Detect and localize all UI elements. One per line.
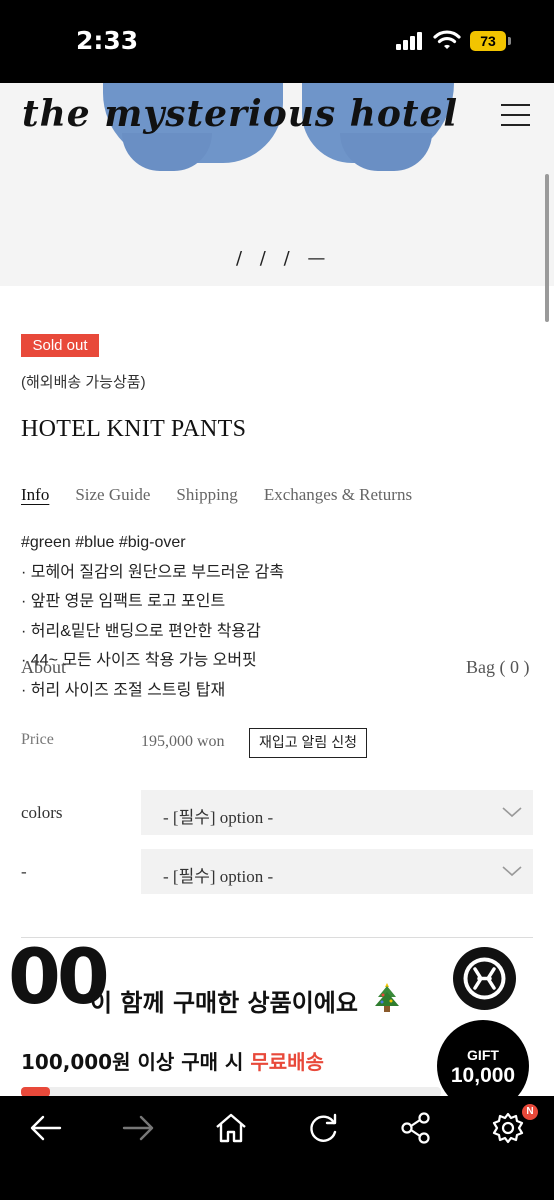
menu-icon[interactable] xyxy=(501,104,530,126)
refresh-icon[interactable] xyxy=(303,1108,343,1148)
description-line: #green #blue #big-over xyxy=(21,534,186,551)
option-label-colors: colors xyxy=(21,803,63,822)
description-line: · 허리 사이즈 조절 스트링 탑재 xyxy=(21,681,226,699)
cell-signal-icon xyxy=(396,32,426,50)
chevron-down-icon xyxy=(502,807,522,818)
slide-indicator[interactable]: / / / — xyxy=(236,248,331,269)
select-value: - [필수] option - xyxy=(163,867,274,886)
share-icon[interactable] xyxy=(396,1108,436,1148)
clock: 2:33 xyxy=(76,26,139,55)
price-label: Price xyxy=(21,731,54,748)
tab-size-guide[interactable]: Size Guide xyxy=(75,485,150,504)
second-option-select[interactable]: - [필수] option - xyxy=(141,849,533,894)
overseas-shipping-note: (해외배송 가능상품) xyxy=(21,374,146,391)
sold-out-badge: Sold out xyxy=(21,334,99,357)
tab-info[interactable]: Info xyxy=(21,485,49,504)
product-tabs: Info Size Guide Shipping Exchanges & Return… xyxy=(21,485,438,505)
gift-amount: 10,000 xyxy=(450,1064,516,1087)
chevron-down-icon xyxy=(502,866,522,877)
restock-alert-button[interactable]: 재입고 알림 신청 xyxy=(249,728,367,758)
battery-tip xyxy=(508,37,511,45)
brand-logo[interactable]: the mysterious hotel xyxy=(22,93,458,135)
product-image-left-cuff xyxy=(122,133,212,171)
about-link[interactable]: About xyxy=(21,657,66,678)
gift-label: GIFT xyxy=(467,1047,499,1063)
recommend-title: 이 함께 구매한 상품이에요 xyxy=(90,989,358,1017)
home-icon[interactable] xyxy=(211,1108,251,1148)
select-value: - [필수] option - xyxy=(163,808,274,827)
product-title: HOTEL KNIT PANTS xyxy=(21,416,247,442)
color-option-select[interactable]: - [필수] option - xyxy=(141,790,533,835)
wifi-icon xyxy=(433,30,461,49)
back-arrow-icon[interactable] xyxy=(26,1108,66,1148)
forward-arrow-icon[interactable] xyxy=(118,1108,158,1148)
battery-indicator: 73 xyxy=(470,31,506,51)
notification-badge: N xyxy=(522,1104,538,1120)
brand-badge-icon xyxy=(463,957,506,1000)
shipping-threshold: 100,000원 xyxy=(21,1050,131,1074)
description-line: · 허리&밑단 밴딩으로 편안한 착용감 xyxy=(21,622,261,640)
christmas-tree-icon xyxy=(375,983,399,1012)
description-line: · 앞판 영문 임팩트 로고 포인트 xyxy=(21,593,226,610)
scrollbar[interactable] xyxy=(545,174,549,322)
option-label-second: - xyxy=(21,862,27,881)
product-description: #green #blue #big-over · 모헤어 질감의 원단으로 부드… xyxy=(21,528,284,705)
description-line: · 모헤어 질감의 원단으로 부드러운 감촉 xyxy=(21,563,285,581)
tab-exchanges-returns[interactable]: Exchanges & Returns xyxy=(264,485,412,504)
browser-toolbar xyxy=(0,1096,554,1200)
product-image-slider[interactable]: the mysterious hotel / / / — xyxy=(0,83,554,286)
status-bar: 2:33 73 xyxy=(0,0,554,83)
price-value: 195,000 won xyxy=(141,733,225,750)
tab-shipping[interactable]: Shipping xyxy=(176,485,237,504)
shipping-text: 이상 구매 시 xyxy=(130,1050,251,1074)
free-shipping-label: 무료배송 xyxy=(250,1050,324,1074)
product-image-right-cuff xyxy=(340,133,432,171)
brand-chat-button[interactable] xyxy=(453,947,516,1010)
bag-link[interactable]: Bag ( 0 ) xyxy=(466,657,529,678)
free-shipping-notice: 100,000원 이상 구매 시 무료배송 xyxy=(21,1046,324,1075)
